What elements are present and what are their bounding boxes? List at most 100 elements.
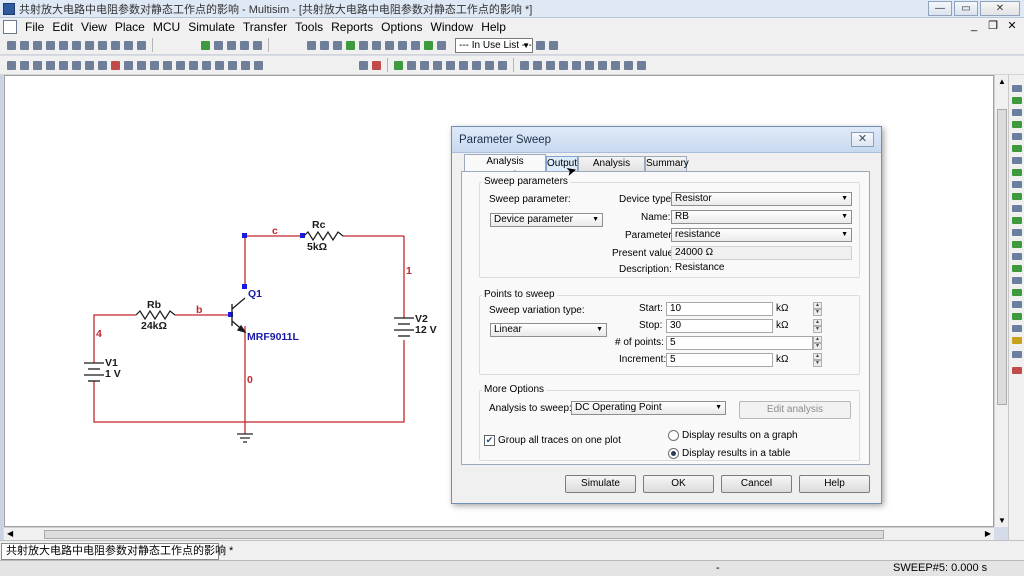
menu-mcu[interactable]: MCU xyxy=(149,20,184,34)
start-stepper[interactable]: ▲ ▼ xyxy=(813,302,822,316)
horizontal-scrollbar[interactable]: ◀ ▶ xyxy=(4,527,994,540)
spreadsheet-icon[interactable] xyxy=(320,40,329,50)
spin-down-icon[interactable]: ▼ xyxy=(813,309,822,316)
cancel-button[interactable]: Cancel xyxy=(721,475,792,493)
paste-icon[interactable] xyxy=(111,40,120,50)
tektronix-oscilloscope-icon[interactable] xyxy=(1012,289,1022,296)
document-minimize-button[interactable]: _ xyxy=(966,19,982,34)
agilent-oscilloscope-icon[interactable] xyxy=(1012,277,1022,284)
redo-icon[interactable] xyxy=(137,40,146,50)
agilent-multimeter-icon[interactable] xyxy=(1012,265,1022,272)
current-probe-icon[interactable] xyxy=(1012,325,1022,332)
multimeter-icon[interactable] xyxy=(520,60,529,70)
help-button[interactable]: Help xyxy=(799,475,870,493)
stop-stepper[interactable]: ▲ ▼ xyxy=(813,319,822,333)
oscilloscope-icon[interactable] xyxy=(1012,121,1022,128)
spectrum-analyzer-icon[interactable] xyxy=(1012,229,1022,236)
probe-power-icon[interactable] xyxy=(472,60,481,70)
frequency-counter-icon[interactable] xyxy=(1012,157,1022,164)
stop-input[interactable]: 30 xyxy=(666,319,773,333)
oscilloscope-icon[interactable] xyxy=(559,60,568,70)
mcu-icon[interactable] xyxy=(98,60,107,70)
help-icon[interactable] xyxy=(549,40,558,50)
sweep-variation-type-select[interactable]: Linear ▼ xyxy=(490,323,607,337)
probe-settings-icon[interactable] xyxy=(498,60,507,70)
open-sample-icon[interactable] xyxy=(33,40,42,50)
sweep-parameter-select[interactable]: Device parameter ▼ xyxy=(490,213,603,227)
scroll-right-icon[interactable]: ▶ xyxy=(985,529,991,538)
word-generator-icon[interactable] xyxy=(1012,169,1022,176)
display-graph-radio[interactable] xyxy=(668,430,679,441)
increment-stepper[interactable]: ▲ ▼ xyxy=(813,353,822,367)
horizontal-scroll-thumb[interactable] xyxy=(44,530,884,539)
indicator-icon[interactable] xyxy=(137,60,146,70)
zoom-in-icon[interactable] xyxy=(214,40,223,50)
zoom-area-icon[interactable] xyxy=(240,40,249,50)
backannotate-icon[interactable] xyxy=(424,40,433,50)
database-icon[interactable] xyxy=(333,40,342,50)
edit-analysis-button[interactable]: Edit analysis xyxy=(739,401,851,419)
scroll-up-icon[interactable]: ▲ xyxy=(998,77,1006,86)
grapher-icon[interactable] xyxy=(359,40,368,50)
labview-instrument-icon[interactable] xyxy=(1012,301,1022,308)
zoom-fit-icon[interactable] xyxy=(253,40,262,50)
scroll-left-icon[interactable]: ◀ xyxy=(7,529,13,538)
spin-up-icon[interactable]: ▲ xyxy=(813,319,822,326)
undo-icon[interactable] xyxy=(124,40,133,50)
iv-analyzer-icon[interactable] xyxy=(637,60,646,70)
bus-icon[interactable] xyxy=(254,60,263,70)
postprocessor-icon[interactable] xyxy=(372,40,381,50)
close-window-button[interactable]: ✕ xyxy=(980,1,1020,16)
probe-current-icon[interactable] xyxy=(459,60,468,70)
menu-help[interactable]: Help xyxy=(477,20,510,34)
erc-icon[interactable] xyxy=(385,40,394,50)
voltage-probe-icon[interactable] xyxy=(1012,351,1022,358)
spin-up-icon[interactable]: ▲ xyxy=(813,302,822,309)
breadboard-icon[interactable] xyxy=(398,40,407,50)
spin-down-icon[interactable]: ▼ xyxy=(813,343,822,350)
ttl-icon[interactable] xyxy=(72,60,81,70)
basic-icon[interactable] xyxy=(20,60,29,70)
probe-settings-icon[interactable] xyxy=(1012,367,1022,374)
bode-plotter-icon[interactable] xyxy=(572,60,581,70)
tab-analysis-parameters[interactable]: Analysis parameters xyxy=(464,154,546,180)
education-icon[interactable] xyxy=(536,40,545,50)
tab-summary[interactable]: Summary xyxy=(645,156,689,171)
measurement-probe-icon[interactable] xyxy=(1012,337,1022,344)
device-type-select[interactable]: Resistor ▼ xyxy=(671,192,852,206)
menu-options[interactable]: Options xyxy=(377,20,426,34)
distortion-analyzer-icon[interactable] xyxy=(1012,217,1022,224)
pause-simulation-icon[interactable] xyxy=(407,60,416,70)
cut-icon[interactable] xyxy=(85,40,94,50)
power-icon[interactable] xyxy=(150,60,159,70)
copy-icon[interactable] xyxy=(98,40,107,50)
menu-window[interactable]: Window xyxy=(427,20,478,34)
advanced-peripherals-icon[interactable] xyxy=(176,60,185,70)
probe-voltage-icon[interactable] xyxy=(446,60,455,70)
new-icon[interactable] xyxy=(7,40,16,50)
word-generator-icon[interactable] xyxy=(598,60,607,70)
vertical-scrollbar[interactable]: ▲ ▼ xyxy=(994,75,1008,527)
ni-components-icon[interactable] xyxy=(215,60,224,70)
minimize-button[interactable]: — xyxy=(928,1,952,16)
parameter-select[interactable]: resistance ▼ xyxy=(671,228,852,242)
simulate-button[interactable]: Simulate xyxy=(565,475,636,493)
connector-icon[interactable] xyxy=(228,60,237,70)
logic-analyzer-icon[interactable] xyxy=(611,60,620,70)
menu-simulate[interactable]: Simulate xyxy=(184,20,239,34)
rf-icon[interactable] xyxy=(189,60,198,70)
document-close-button[interactable]: ✕ xyxy=(1004,19,1020,34)
grid-icon[interactable] xyxy=(372,60,381,70)
number-of-points-stepper[interactable]: ▲ ▼ xyxy=(813,336,822,350)
ok-button[interactable]: OK xyxy=(643,475,714,493)
probe-icon[interactable] xyxy=(433,60,442,70)
logic-converter-icon[interactable] xyxy=(1012,181,1022,188)
transistor-icon[interactable] xyxy=(46,60,55,70)
component-wizard-icon[interactable] xyxy=(346,40,355,50)
analysis-to-sweep-select[interactable]: DC Operating Point ▼ xyxy=(571,401,726,415)
document-restore-button[interactable]: ❐ xyxy=(985,19,1001,34)
function-generator-icon[interactable] xyxy=(1012,97,1022,104)
search-icon[interactable] xyxy=(307,40,316,50)
multimeter-icon[interactable] xyxy=(1012,85,1022,92)
spin-up-icon[interactable]: ▲ xyxy=(813,353,822,360)
